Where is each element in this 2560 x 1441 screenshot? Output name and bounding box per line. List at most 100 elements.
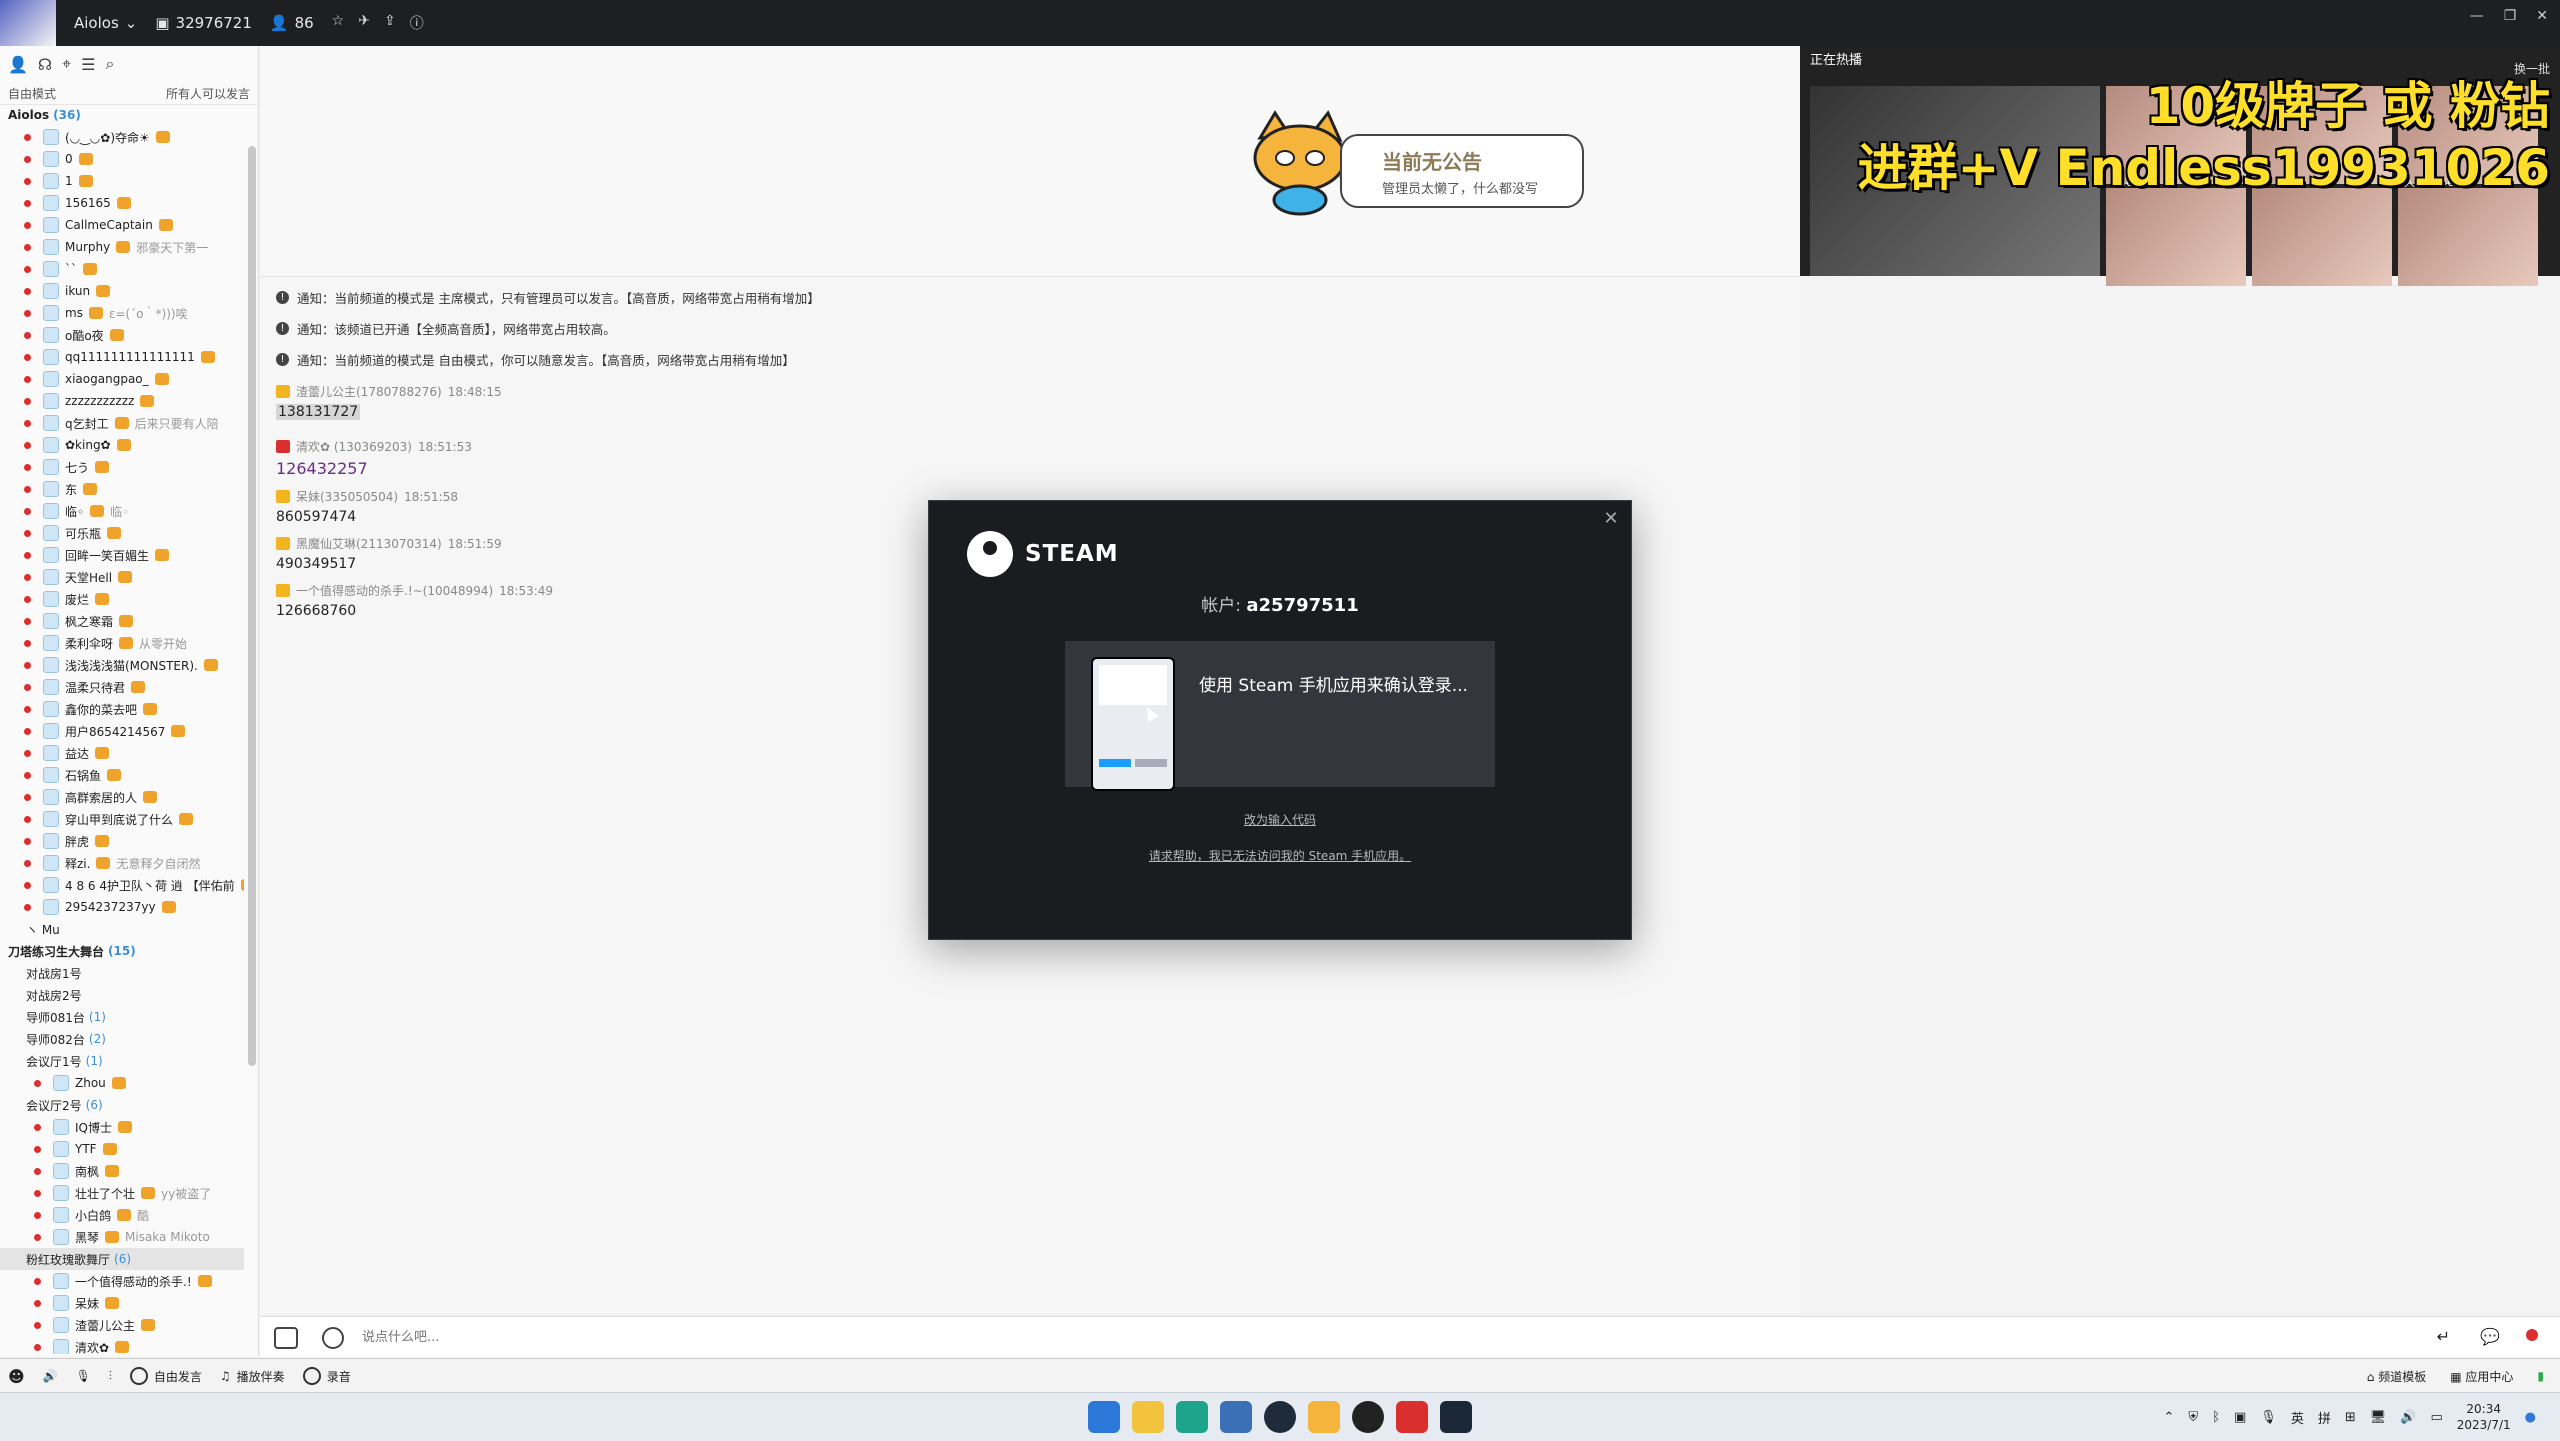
game-icon[interactable]: [1352, 1401, 1384, 1433]
member-row[interactable]: 枫之寒霜: [0, 610, 244, 632]
file-explorer-icon[interactable]: [1132, 1401, 1164, 1433]
member-row[interactable]: 废烂: [0, 588, 244, 610]
member-row[interactable]: 0: [0, 148, 244, 170]
member-row[interactable]: 释zi. 无意释夕自闭然: [0, 852, 244, 874]
member-row[interactable]: 温柔只待君: [0, 676, 244, 698]
mic-icon[interactable]: 🎙: [76, 1369, 91, 1383]
member-row[interactable]: 渣蕾儿公主: [0, 1314, 244, 1336]
member-row[interactable]: YTF: [0, 1138, 244, 1160]
star-icon[interactable]: ☆: [332, 13, 345, 33]
member-row[interactable]: zzzzzzzzzzz: [0, 390, 244, 412]
message-author[interactable]: 清欢✿ (130369203): [296, 438, 412, 455]
volume-icon[interactable]: 🔊: [2400, 1410, 2416, 1425]
channel-group[interactable]: Aiolos (36): [0, 104, 244, 126]
member-row[interactable]: 浅浅浅浅猫(MONSTER).: [0, 654, 244, 676]
mic-icon[interactable]: 🎙: [2260, 1410, 2277, 1425]
member-row[interactable]: 1: [0, 170, 244, 192]
plane-icon[interactable]: ✈: [358, 13, 370, 33]
member-row[interactable]: (◡‿◡✿)夺命☀: [0, 126, 244, 148]
member-row[interactable]: 鑫你的菜去吧: [0, 698, 244, 720]
enter-code-link[interactable]: 改为输入代码: [929, 811, 1631, 828]
member-row[interactable]: o酷o夜: [0, 324, 244, 346]
member-row[interactable]: 柔利伞呀 从零开始: [0, 632, 244, 654]
channel-name[interactable]: Aiolos ⌄: [74, 14, 137, 32]
send-icon[interactable]: ↵: [2437, 1327, 2450, 1346]
gamepad-icon[interactable]: [274, 1327, 298, 1349]
record-button[interactable]: 录音: [302, 1367, 351, 1385]
stream-thumb[interactable]: [2106, 188, 2246, 286]
member-row[interactable]: 清欢✿: [0, 1336, 244, 1354]
member-row[interactable]: 益达: [0, 742, 244, 764]
member-row[interactable]: ``: [0, 258, 244, 280]
search-icon[interactable]: ⌕: [106, 54, 115, 74]
accompany-button[interactable]: ♫ 播放伴奏: [220, 1368, 285, 1385]
close-icon[interactable]: ✕: [2536, 8, 2548, 24]
sidebar-scrollbar[interactable]: [248, 146, 256, 1066]
bluetooth-icon[interactable]: ᛒ: [2212, 1410, 2220, 1425]
member-row[interactable]: ms ε=(´ο｀*)))唉: [0, 302, 244, 324]
user-icon[interactable]: 👤: [8, 55, 28, 74]
member-row[interactable]: 穿山甲到底说了什么: [0, 808, 244, 830]
notification-icon[interactable]: ●: [2525, 1410, 2536, 1425]
member-row[interactable]: 七う: [0, 456, 244, 478]
headset-icon[interactable]: ☊: [38, 55, 52, 74]
member-row[interactable]: 高群索居的人: [0, 786, 244, 808]
steam-taskbar-icon[interactable]: [1440, 1401, 1472, 1433]
member-row[interactable]: ikun: [0, 280, 244, 302]
member-row[interactable]: IQ博士: [0, 1116, 244, 1138]
member-row[interactable]: q乞封工 后来只要有人陪: [0, 412, 244, 434]
minimize-icon[interactable]: —: [2470, 8, 2484, 24]
member-row[interactable]: 可乐瓶: [0, 522, 244, 544]
member-row[interactable]: 南枫: [0, 1160, 244, 1182]
member-row[interactable]: Murphy 邪豪天下第一: [0, 236, 244, 258]
member-row[interactable]: 壮壮了个壮 yy被盗了: [0, 1182, 244, 1204]
record-dot-icon[interactable]: [2526, 1329, 2538, 1341]
edge-browser-icon[interactable]: [1176, 1401, 1208, 1433]
sub-channel[interactable]: 会议厅1号 (1): [0, 1050, 244, 1072]
emoji-icon[interactable]: [322, 1327, 344, 1349]
message-body[interactable]: 126432257: [276, 459, 1776, 478]
member-row[interactable]: xiaogangpao_: [0, 368, 244, 390]
message-author[interactable]: 一个值得感动的杀手.!~(10048994): [296, 582, 493, 599]
message-input[interactable]: [360, 1328, 2064, 1346]
message-author[interactable]: 呆妹(335050504): [296, 488, 398, 505]
app-center-button[interactable]: ▦ 应用中心: [2450, 1368, 2513, 1385]
free-speech-button[interactable]: 自由发言: [129, 1367, 202, 1385]
sub-channel[interactable]: 导师082台 (2): [0, 1028, 244, 1050]
member-row[interactable]: 天堂Hell: [0, 566, 244, 588]
equalizer-icon[interactable]: ⫶: [109, 1369, 112, 1384]
speaker-icon[interactable]: 🔊: [43, 1369, 58, 1383]
ime-indicator[interactable]: 英: [2291, 1408, 2304, 1427]
member-row[interactable]: 呆妹: [0, 1292, 244, 1314]
share-icon[interactable]: ⇪: [384, 13, 396, 33]
member-row[interactable]: 黑琴 Misaka Mikoto: [0, 1226, 244, 1248]
member-row[interactable]: Zhou: [0, 1072, 244, 1094]
message-author[interactable]: 黑魔仙艾琳(2113070314): [296, 535, 442, 552]
app-icon[interactable]: [1264, 1401, 1296, 1433]
sub-channel[interactable]: 对战房2号: [0, 984, 244, 1006]
member-row[interactable]: 4 8 6 4护卫队丶荷 逍 【伴佑前: [0, 874, 244, 896]
member-row[interactable]: 石锅鱼: [0, 764, 244, 786]
member-row[interactable]: 小白鸽 酷: [0, 1204, 244, 1226]
member-row[interactable]: 东: [0, 478, 244, 500]
netease-music-icon[interactable]: [1396, 1401, 1428, 1433]
notes-icon[interactable]: ☰: [81, 55, 95, 74]
sub-channel[interactable]: 导师081台 (1): [0, 1006, 244, 1028]
chevron-up-icon[interactable]: ⌃: [2164, 1410, 2175, 1425]
member-row[interactable]: 2954237237yy: [0, 896, 244, 918]
shield-icon[interactable]: ⛨: [2188, 1410, 2198, 1425]
channel-template-button[interactable]: ⌂ 频道模板: [2367, 1368, 2426, 1385]
chat-bubble-icon[interactable]: 💬: [2480, 1327, 2500, 1346]
member-row[interactable]: 临◦ 临◦: [0, 500, 244, 522]
stream-thumb[interactable]: [2252, 188, 2392, 286]
maximize-icon[interactable]: ❐: [2504, 8, 2517, 24]
member-row[interactable]: 一个值得感动的杀手.!: [0, 1270, 244, 1292]
sub-channel[interactable]: 会议厅2号 (6): [0, 1094, 244, 1116]
member-row[interactable]: 回眸一笑百媚生: [0, 544, 244, 566]
member-row[interactable]: 用户8654214567: [0, 720, 244, 742]
message-body[interactable]: 138131727: [276, 404, 361, 420]
clock[interactable]: 20:34 2023/7/1: [2457, 1401, 2511, 1433]
store-icon[interactable]: [1220, 1401, 1252, 1433]
member-row[interactable]: qq111111111111111: [0, 346, 244, 368]
sub-channel[interactable]: 粉红玫瑰歌舞厅 (6): [0, 1248, 244, 1270]
